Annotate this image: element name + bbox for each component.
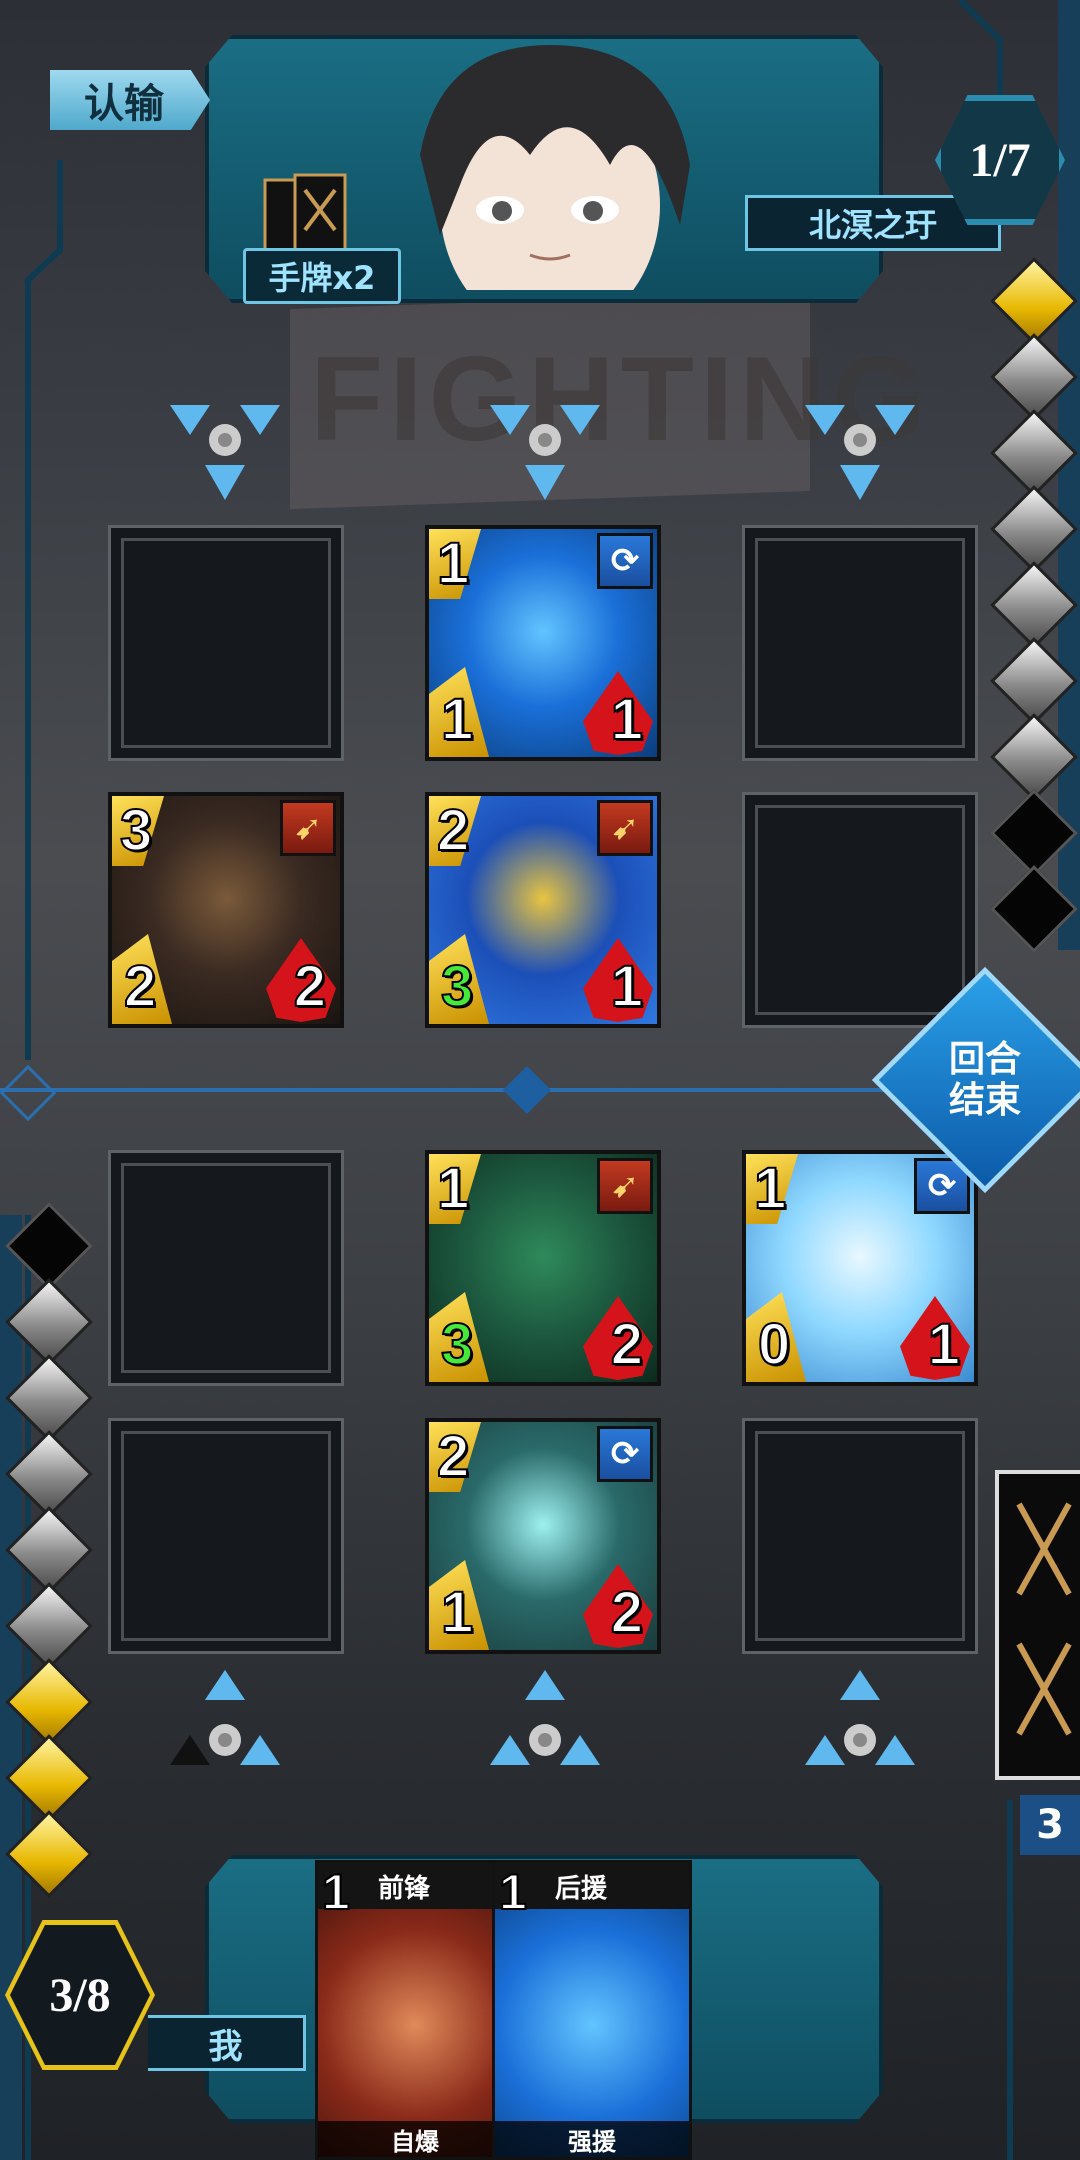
opponent-back-empty-slot-1[interactable] [108, 525, 344, 761]
player-front-card-3[interactable]: ⟳ 1 0 1 [742, 1150, 978, 1386]
arrow-attack-icon: ➹ [597, 800, 653, 856]
opponent-hand-cards-icon [255, 170, 365, 260]
card-attack: 3 [440, 954, 474, 1019]
surrender-button[interactable]: 认输 [50, 70, 210, 130]
arrow-attack-icon: ➹ [280, 800, 336, 856]
player-front-card-2[interactable]: ➹ 1 3 2 [425, 1150, 661, 1386]
card-cost: 3 [119, 798, 153, 863]
hand-card-cost: 1 [321, 1863, 351, 1921]
player-back-empty-slot-3[interactable] [742, 1418, 978, 1654]
player-lane-marker-1 [170, 1670, 280, 1765]
draw-deck[interactable] [995, 1470, 1080, 1780]
hand-card-skill: 强援 [495, 2121, 689, 2157]
opponent-front-empty-slot-3[interactable] [742, 792, 978, 1028]
opponent-back-empty-slot-3[interactable] [742, 525, 978, 761]
card-health: 2 [293, 954, 327, 1019]
opponent-lane-marker-1 [170, 405, 280, 500]
card-attack: 1 [440, 687, 474, 752]
card-attack: 2 [123, 954, 157, 1019]
card-health: 1 [927, 1312, 961, 1377]
hand-card-2[interactable]: 后援 1 强援 [492, 1860, 692, 2160]
opponent-portrait [380, 35, 710, 290]
player-name: 我 [148, 2015, 306, 2071]
opponent-back-card-2[interactable]: ⟳ 1 1 1 [425, 525, 661, 761]
swap-icon: ⟳ [597, 1426, 653, 1482]
arrow-attack-icon: ➹ [597, 1158, 653, 1214]
swap-icon: ⟳ [597, 533, 653, 589]
card-health: 1 [610, 687, 644, 752]
card-cost: 1 [436, 531, 470, 596]
card-health: 1 [610, 954, 644, 1019]
board-divider [0, 1088, 900, 1092]
opponent-lane-marker-2 [490, 405, 600, 500]
card-attack: 3 [440, 1312, 474, 1377]
deck-count: 3 [1020, 1795, 1080, 1855]
opponent-front-card-2[interactable]: ➹ 2 3 1 [425, 792, 661, 1028]
player-lane-marker-3 [805, 1670, 915, 1765]
card-cost: 2 [436, 1424, 470, 1489]
card-health: 2 [610, 1580, 644, 1645]
player-lane-marker-2 [490, 1670, 600, 1765]
player-front-empty-slot-1[interactable] [108, 1150, 344, 1386]
end-turn-label-line2: 结束 [948, 1080, 1021, 1121]
card-cost: 1 [436, 1156, 470, 1221]
end-turn-label-line1: 回合 [948, 1038, 1021, 1080]
deck-card-back-pattern-icon [1016, 1502, 1072, 1736]
hand-card-cost: 1 [498, 1863, 528, 1921]
card-cost: 1 [753, 1156, 787, 1221]
card-cost: 2 [436, 798, 470, 863]
player-back-empty-slot-1[interactable] [108, 1418, 344, 1654]
hand-card-skill: 自爆 [318, 2121, 512, 2157]
opponent-hand-count: 手牌x2 [243, 248, 401, 304]
right-energy-rail [1058, 0, 1080, 950]
hand-card-1[interactable]: 前锋 1 自爆 [315, 1860, 515, 2160]
card-health: 2 [610, 1312, 644, 1377]
opponent-front-card-1[interactable]: ➹ 3 2 2 [108, 792, 344, 1028]
opponent-lane-marker-3 [805, 405, 915, 500]
player-back-card-2[interactable]: ⟳ 2 1 2 [425, 1418, 661, 1654]
card-attack: 1 [440, 1580, 474, 1645]
end-turn-label[interactable]: 回合 结束 [930, 1025, 1040, 1135]
card-attack: 0 [757, 1312, 791, 1377]
